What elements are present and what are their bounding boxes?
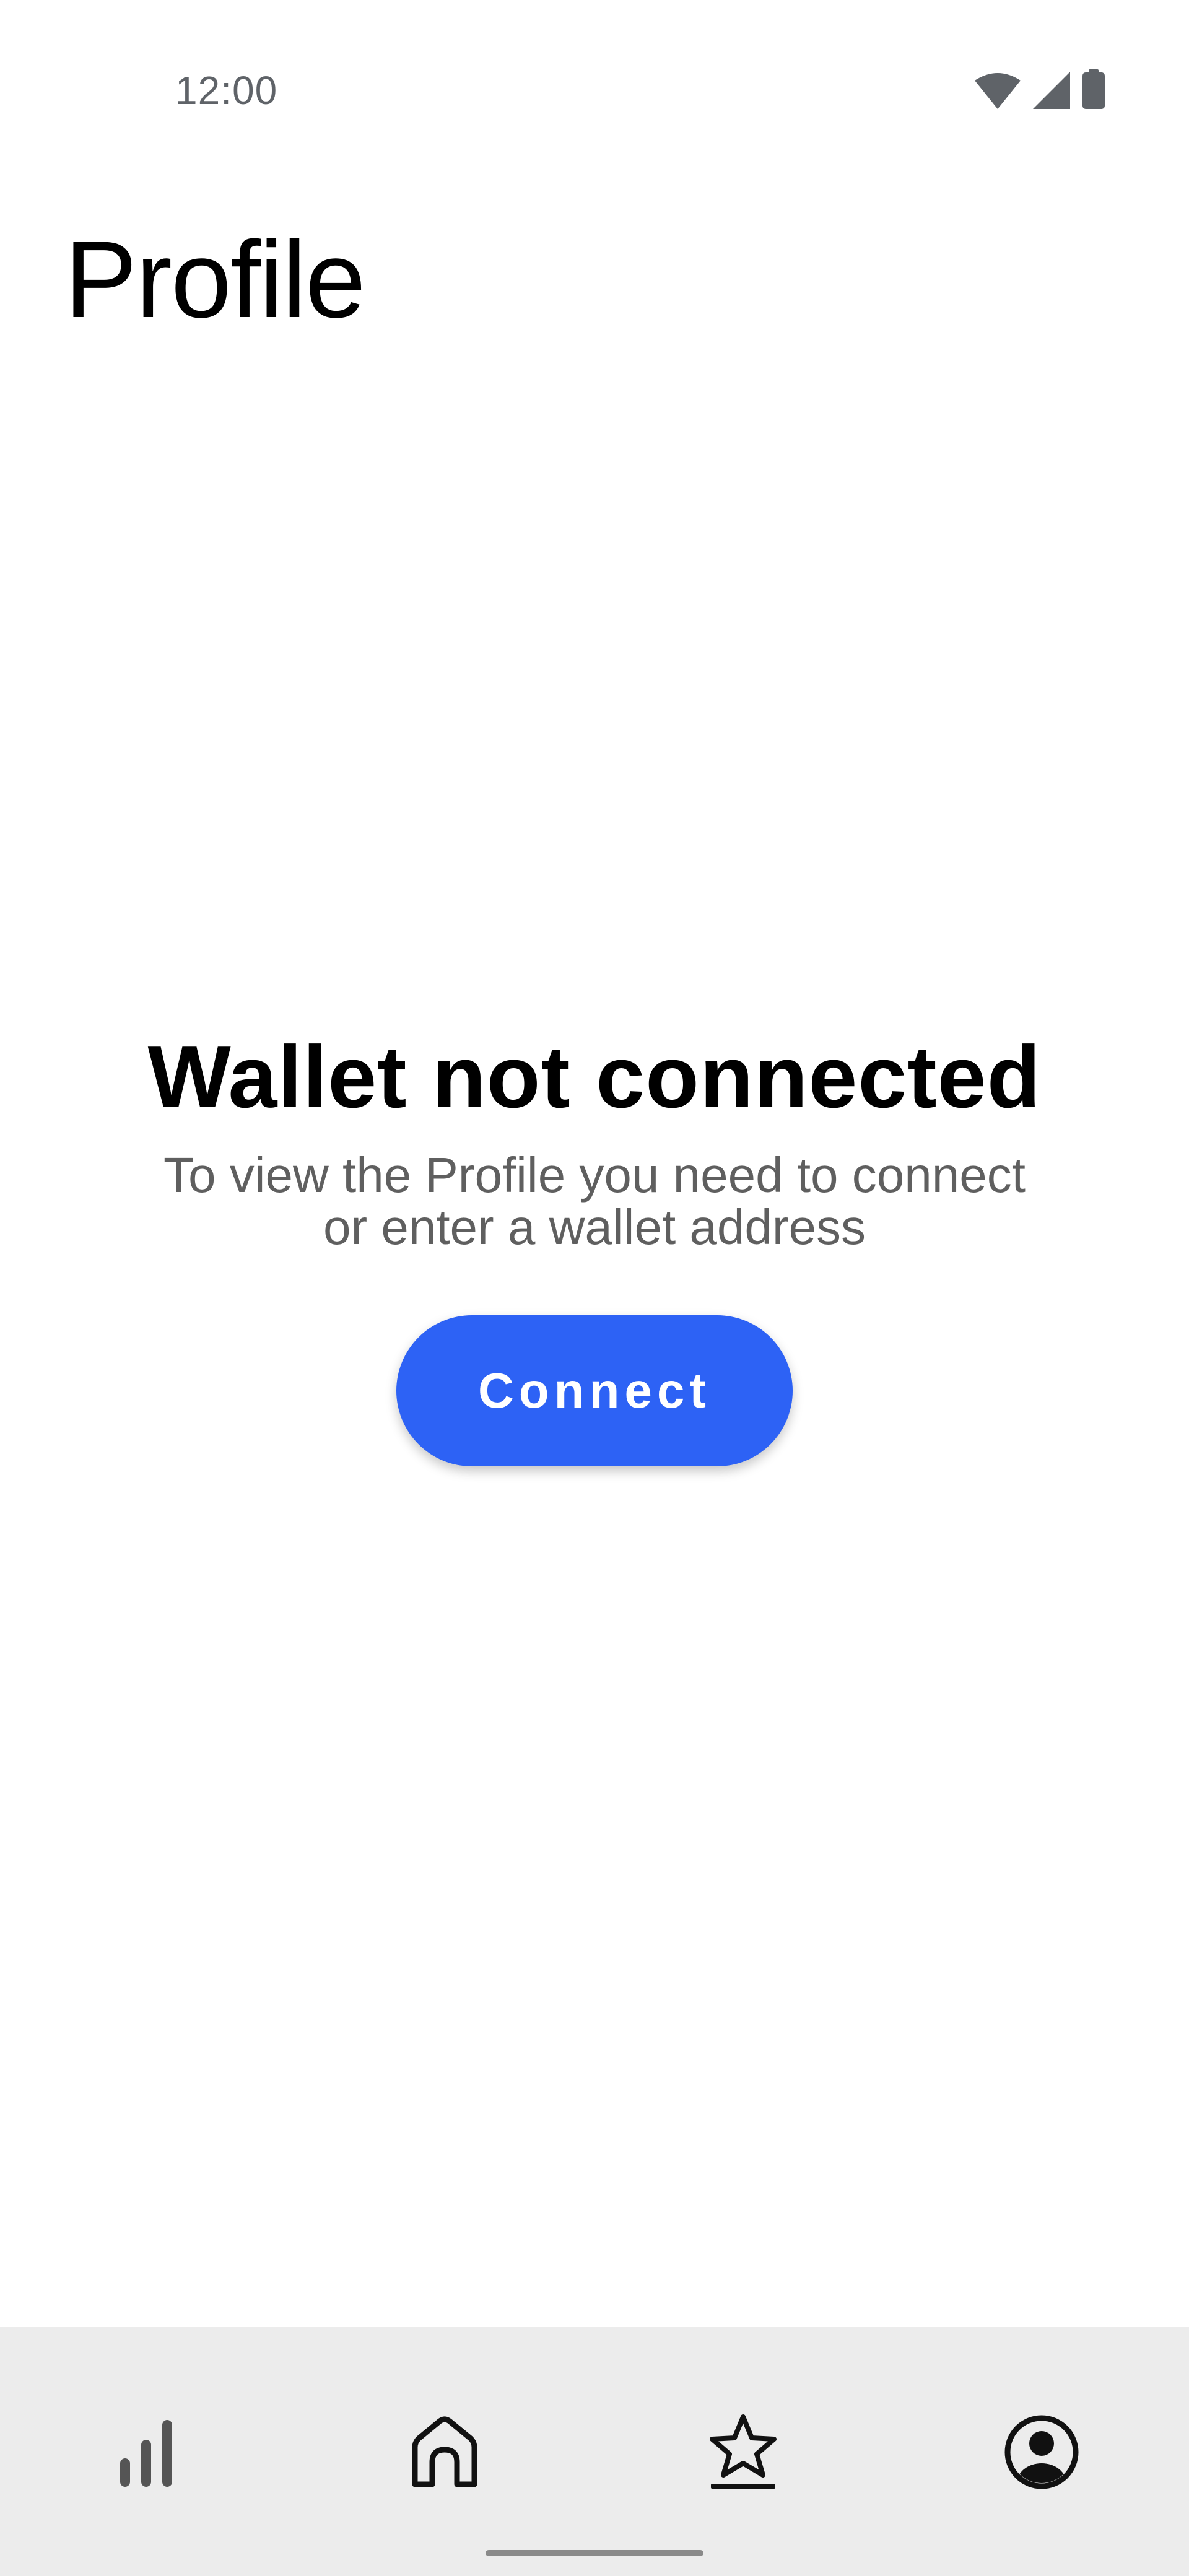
empty-state-message: To view the Profile you need to connect …: [163, 1147, 1026, 1255]
profile-icon: [1003, 2414, 1080, 2491]
wifi-icon: [975, 73, 1021, 109]
bar-chart-icon: [115, 2415, 177, 2489]
cellular-signal-icon: [1033, 72, 1070, 109]
nav-item-home[interactable]: [383, 2390, 507, 2514]
nav-item-stats[interactable]: [84, 2390, 208, 2514]
gesture-navigation-bar[interactable]: [486, 2550, 703, 2556]
status-time: 12:00: [175, 68, 278, 113]
nav-item-profile[interactable]: [980, 2390, 1104, 2514]
nav-item-favorites[interactable]: [681, 2390, 805, 2514]
star-icon: [707, 2413, 779, 2491]
home-icon: [409, 2415, 481, 2489]
battery-icon: [1082, 69, 1105, 109]
bottom-navigation: [0, 2327, 1189, 2576]
connect-button[interactable]: Connect: [396, 1315, 793, 1466]
page-title: Profile: [64, 219, 366, 341]
status-icons: [975, 69, 1105, 109]
wallet-empty-state: Wallet not connected To view the Profile…: [0, 1028, 1189, 1466]
status-bar: 12:00: [0, 0, 1189, 180]
empty-state-heading: Wallet not connected: [147, 1028, 1042, 1126]
